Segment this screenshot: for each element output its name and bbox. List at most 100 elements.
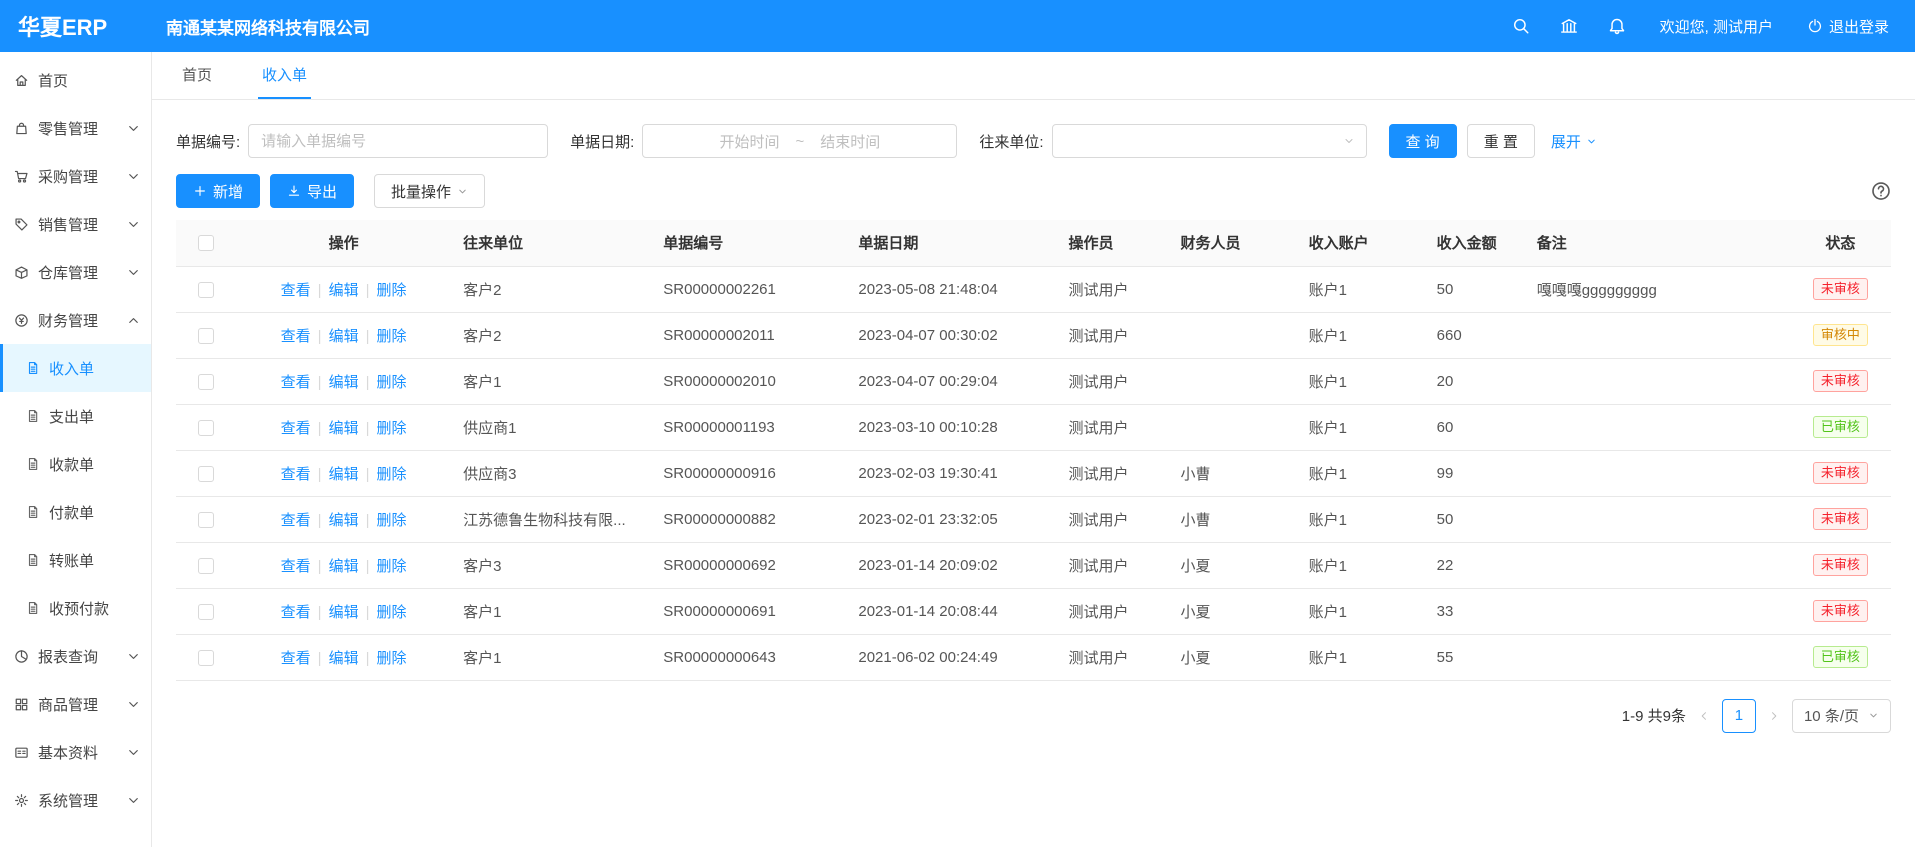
sidebar-subitem-income[interactable]: 收入单: [0, 344, 151, 392]
chevron-down-icon: [126, 649, 141, 664]
edit-link[interactable]: 编辑: [329, 420, 359, 437]
table-row: 查看|编辑|删除客户1SR000000006912023-01-14 20:08…: [176, 588, 1891, 634]
tab-home[interactable]: 首页: [178, 52, 216, 99]
sidebar-item-retail[interactable]: 零售管理: [0, 104, 151, 152]
sidebar-item-report[interactable]: 报表查询: [0, 632, 151, 680]
delete-link[interactable]: 删除: [377, 282, 407, 299]
bank-icon[interactable]: [1560, 17, 1578, 35]
sidebar-subitem-transfer[interactable]: 转账单: [0, 536, 151, 584]
prev-page-button[interactable]: [1698, 710, 1710, 722]
bill-number-cell: SR00000000643: [651, 634, 846, 680]
bill-number-input[interactable]: [248, 124, 548, 158]
remark-cell: [1525, 496, 1790, 542]
page-number-button[interactable]: 1: [1722, 699, 1756, 733]
edit-link[interactable]: 编辑: [329, 466, 359, 483]
purchase-icon: [14, 169, 29, 184]
sidebar-subitem-payment[interactable]: 付款单: [0, 488, 151, 536]
edit-link[interactable]: 编辑: [329, 328, 359, 345]
delete-link[interactable]: 删除: [377, 558, 407, 575]
sidebar-item-finance[interactable]: 财务管理: [0, 296, 151, 344]
view-link[interactable]: 查看: [281, 374, 311, 391]
sidebar-item-warehouse[interactable]: 仓库管理: [0, 248, 151, 296]
status-badge: 已审核: [1813, 416, 1868, 438]
row-checkbox[interactable]: [198, 282, 214, 298]
date-range-input[interactable]: 开始时间 ~ 结束时间: [642, 124, 957, 158]
bill-number-cell: SR00000002011: [651, 312, 846, 358]
reset-button[interactable]: 重 置: [1467, 124, 1535, 158]
row-checkbox[interactable]: [198, 374, 214, 390]
export-label: 导出: [307, 181, 337, 202]
finance-icon: [14, 313, 29, 328]
edit-link[interactable]: 编辑: [329, 604, 359, 621]
column-header: 财务人员: [1169, 220, 1297, 266]
batch-actions-button[interactable]: 批量操作: [374, 174, 485, 208]
view-link[interactable]: 查看: [281, 650, 311, 667]
view-link[interactable]: 查看: [281, 558, 311, 575]
date-end-placeholder: 结束时间: [820, 131, 880, 152]
row-checkbox[interactable]: [198, 512, 214, 528]
operator-cell: 测试用户: [1056, 542, 1168, 588]
income-amount-cell: 20: [1425, 358, 1525, 404]
view-link[interactable]: 查看: [281, 512, 311, 529]
logout-button[interactable]: 退出登录: [1807, 16, 1889, 37]
sidebar-item-basic[interactable]: 基本资料: [0, 728, 151, 776]
row-checkbox[interactable]: [198, 466, 214, 482]
view-link[interactable]: 查看: [281, 420, 311, 437]
sidebar-item-purchase[interactable]: 采购管理: [0, 152, 151, 200]
sidebar-subitem-label: 收入单: [49, 358, 94, 379]
delete-link[interactable]: 删除: [377, 328, 407, 345]
sidebar-item-system[interactable]: 系统管理: [0, 776, 151, 824]
search-icon[interactable]: [1512, 17, 1530, 35]
delete-link[interactable]: 删除: [377, 466, 407, 483]
delete-link[interactable]: 删除: [377, 374, 407, 391]
row-checkbox[interactable]: [198, 604, 214, 620]
sidebar-subitem-receipt[interactable]: 收款单: [0, 440, 151, 488]
edit-link[interactable]: 编辑: [329, 650, 359, 667]
edit-link[interactable]: 编辑: [329, 282, 359, 299]
sidebar-item-goods[interactable]: 商品管理: [0, 680, 151, 728]
goods-icon: [14, 697, 29, 712]
action-separator: |: [366, 512, 370, 529]
add-button[interactable]: 新增: [176, 174, 260, 208]
select-all-checkbox[interactable]: [198, 235, 214, 251]
view-link[interactable]: 查看: [281, 604, 311, 621]
unit-label: 往来单位:: [979, 131, 1043, 152]
export-button[interactable]: 导出: [270, 174, 354, 208]
row-checkbox[interactable]: [198, 650, 214, 666]
status-badge: 未审核: [1813, 370, 1868, 392]
view-link[interactable]: 查看: [281, 282, 311, 299]
bell-icon[interactable]: [1608, 17, 1626, 35]
status-badge: 已审核: [1813, 646, 1868, 668]
logout-icon: [1807, 18, 1823, 34]
view-link[interactable]: 查看: [281, 328, 311, 345]
sidebar-subitem-expense[interactable]: 支出单: [0, 392, 151, 440]
row-checkbox[interactable]: [198, 558, 214, 574]
app-logo[interactable]: 华夏ERP: [0, 10, 152, 42]
unit-select[interactable]: [1052, 124, 1367, 158]
help-icon[interactable]: [1871, 181, 1891, 201]
delete-link[interactable]: 删除: [377, 420, 407, 437]
view-link[interactable]: 查看: [281, 466, 311, 483]
page-size-select[interactable]: 10 条/页: [1792, 699, 1891, 733]
delete-link[interactable]: 删除: [377, 512, 407, 529]
edit-link[interactable]: 编辑: [329, 512, 359, 529]
delete-link[interactable]: 删除: [377, 650, 407, 667]
sidebar-subitem-advance[interactable]: 收预付款: [0, 584, 151, 632]
income-amount-cell: 99: [1425, 450, 1525, 496]
operator-cell: 测试用户: [1056, 588, 1168, 634]
search-button[interactable]: 查 询: [1389, 124, 1457, 158]
row-checkbox[interactable]: [198, 420, 214, 436]
expand-link[interactable]: 展开: [1551, 131, 1597, 152]
finance-person-cell: [1169, 358, 1297, 404]
action-separator: |: [366, 650, 370, 667]
next-page-button[interactable]: [1768, 710, 1780, 722]
edit-link[interactable]: 编辑: [329, 374, 359, 391]
income-account-cell: 账户1: [1297, 588, 1425, 634]
delete-link[interactable]: 删除: [377, 604, 407, 621]
sidebar-item-home[interactable]: 首页: [0, 56, 151, 104]
bill-number-label: 单据编号:: [176, 131, 240, 152]
tab-income[interactable]: 收入单: [258, 52, 311, 99]
edit-link[interactable]: 编辑: [329, 558, 359, 575]
row-checkbox[interactable]: [198, 328, 214, 344]
sidebar-item-sales[interactable]: 销售管理: [0, 200, 151, 248]
